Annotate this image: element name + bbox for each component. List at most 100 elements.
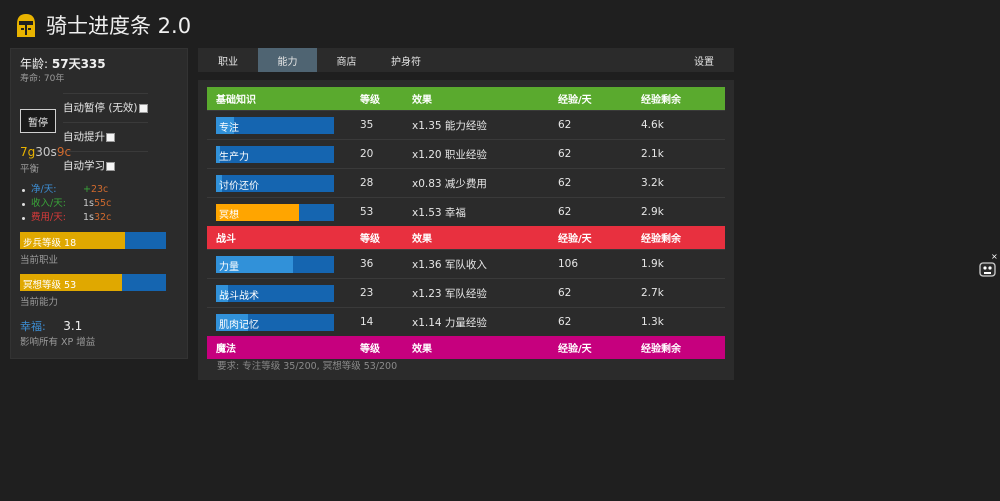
skill-progress-bar[interactable]: 生产力 — [216, 145, 334, 163]
happiness-caption: 影响所有 XP 增益 — [20, 337, 96, 348]
skill-xp-left: 2.9k — [641, 206, 664, 218]
close-icon[interactable]: × — [991, 252, 998, 261]
skill-level: 36 — [360, 258, 374, 270]
auto-pause-label: 自动暂停 (无效) — [63, 102, 138, 114]
happiness-value: 3.1 — [63, 319, 83, 333]
skill-progress-bar[interactable]: 肌肉记忆 — [216, 313, 334, 331]
skill-xp-left: 2.7k — [641, 287, 664, 299]
auto-pause-option[interactable]: 自动暂停 (无效) — [63, 93, 148, 122]
tab-amulet[interactable]: 护身符 — [376, 48, 436, 72]
skill-xp-left: 3.2k — [641, 177, 664, 189]
bullet-icon — [22, 202, 25, 206]
app-header: 骑士进度条 2.0 — [14, 10, 191, 40]
bot-helper-icon[interactable]: × — [978, 252, 998, 280]
age-label: 年龄: — [20, 57, 49, 71]
category-header-fundamentals: 基础知识 等级 效果 经验/天 经验剩余 — [207, 87, 725, 110]
bullet-icon — [22, 216, 25, 220]
skill-cell: 肌肉记忆 — [207, 313, 360, 331]
skill-xp-per-day: 62 — [558, 206, 572, 218]
category-name: 基础知识 — [216, 95, 256, 106]
tab-bar: 职业 能力 商店 护身符 设置 — [198, 48, 734, 72]
income-label: 收入/天: — [31, 198, 66, 209]
app-title: 骑士进度条 2.0 — [46, 14, 192, 38]
age-display: 年龄: 57天335 — [20, 55, 106, 72]
expense-per-day: 费用/天: 1s 32c — [22, 211, 111, 225]
skill-effect: x1.36 军队收入 — [412, 258, 487, 271]
column-header-level: 等级 — [360, 234, 380, 245]
happiness: 幸福: 3.1 — [20, 318, 82, 334]
skill-effect: x1.53 幸福 — [412, 206, 466, 219]
pause-button[interactable]: 暂停 — [20, 109, 56, 133]
column-header-xp-left: 经验剩余 — [641, 344, 681, 355]
column-header-level: 等级 — [360, 344, 380, 355]
skill-xp-left: 2.1k — [641, 148, 664, 160]
skill-progress-bar[interactable]: 讨价还价 — [216, 174, 334, 192]
skill-xp-left: 1.9k — [641, 258, 664, 270]
skill-row: 讨价还价 28 x0.83 减少费用 62 3.2k — [207, 168, 725, 197]
net-per-day: 净/天: + 23c — [22, 183, 111, 197]
skills-table: 基础知识 等级 效果 经验/天 经验剩余 专注 35 x1.35 能力经验 62 4.6k 生产力 2… — [207, 87, 725, 359]
auto-promote-option[interactable]: 自动提升 — [63, 122, 148, 151]
skill-row: 力量 36 x1.36 军队收入 106 1.9k — [207, 249, 725, 278]
skill-name: 力量 — [219, 261, 239, 273]
skill-level: 53 — [360, 206, 374, 218]
column-header-effect: 效果 — [412, 344, 432, 355]
skill-name: 冥想 — [219, 209, 239, 221]
skill-name: 专注 — [219, 122, 239, 134]
tab-settings[interactable]: 设置 — [674, 48, 734, 72]
column-header-xp-left: 经验剩余 — [641, 95, 681, 106]
skill-xp-per-day: 62 — [558, 148, 572, 160]
skill-xp-left: 1.3k — [641, 316, 664, 328]
skill-level: 23 — [360, 287, 374, 299]
skill-row: 专注 35 x1.35 能力经验 62 4.6k — [207, 110, 725, 139]
balance-label: 平衡 — [20, 164, 40, 175]
income-prefix: 1s — [83, 198, 94, 209]
net-prefix: + — [83, 184, 91, 195]
age-value: 57天335 — [51, 57, 106, 71]
auto-promote-label: 自动提升 — [63, 131, 105, 143]
tab-skills[interactable]: 能力 — [258, 48, 317, 72]
category-header-combat: 战斗 等级 效果 经验/天 经验剩余 — [207, 226, 725, 249]
net-label: 净/天: — [31, 184, 57, 195]
current-job-caption: 当前职业 — [20, 255, 59, 266]
skill-cell: 力量 — [207, 255, 360, 273]
skill-xp-per-day: 106 — [558, 258, 579, 270]
bullet-icon — [22, 188, 25, 192]
skill-cell: 专注 — [207, 116, 360, 134]
expense-label: 费用/天: — [31, 212, 66, 223]
skill-xp-per-day: 62 — [558, 119, 572, 131]
skill-progress-bar[interactable]: 冥想 — [216, 203, 334, 221]
gold-amount: 7 — [20, 145, 28, 159]
skill-xp-per-day: 62 — [558, 287, 572, 299]
column-header-effect: 效果 — [412, 95, 432, 106]
current-skill-caption: 当前能力 — [20, 297, 59, 308]
tab-jobs[interactable]: 职业 — [198, 48, 258, 72]
skill-progress-bar[interactable]: 专注 — [216, 116, 334, 134]
income-per-day: 收入/天: 1s 55c — [22, 197, 111, 211]
expense-value: 32c — [94, 212, 112, 223]
skill-row: 战斗战术 23 x1.23 军队经验 62 2.7k — [207, 278, 725, 307]
skill-name: 讨价还价 — [219, 180, 259, 192]
skill-row: 肌肉记忆 14 x1.14 力量经验 62 1.3k — [207, 307, 725, 336]
tab-shop[interactable]: 商店 — [317, 48, 376, 72]
auto-learn-option[interactable]: 自动学习 — [63, 151, 148, 180]
auto-promote-checkbox[interactable] — [106, 132, 115, 142]
auto-options: 自动暂停 (无效) 自动提升 自动学习 — [63, 93, 148, 180]
category-header-magic: 魔法 等级 效果 经验/天 经验剩余 — [207, 336, 725, 359]
column-header-xp-day: 经验/天 — [558, 95, 592, 106]
skill-name: 肌肉记忆 — [219, 319, 259, 331]
skill-effect: x0.83 减少费用 — [412, 177, 487, 190]
copper-unit: c — [64, 145, 72, 159]
auto-pause-checkbox[interactable] — [138, 103, 148, 113]
skill-effect: x1.20 职业经验 — [412, 148, 487, 161]
skill-level: 28 — [360, 177, 374, 189]
column-header-effect: 效果 — [412, 234, 432, 245]
auto-learn-label: 自动学习 — [63, 160, 105, 172]
skill-progress-bar[interactable]: 战斗战术 — [216, 284, 334, 302]
current-job-bar: 步兵等级 18 — [20, 232, 166, 249]
skill-progress-bar[interactable]: 力量 — [216, 255, 334, 273]
skill-row: 冥想 53 x1.53 幸福 62 2.9k — [207, 197, 725, 226]
auto-learn-checkbox[interactable] — [106, 161, 115, 171]
skill-level: 35 — [360, 119, 374, 131]
skill-effect: x1.23 军队经验 — [412, 287, 487, 300]
